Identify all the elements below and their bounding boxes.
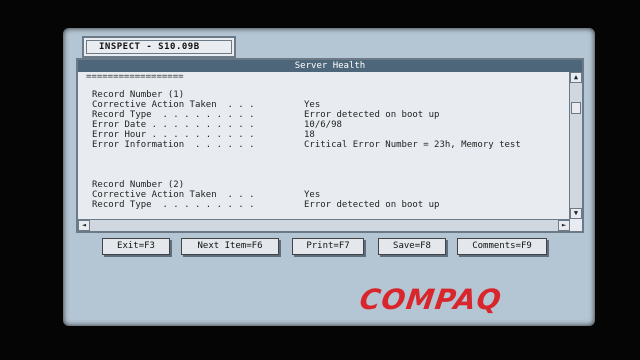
exit-button[interactable]: Exit=F3 (102, 238, 170, 255)
scroll-thumb[interactable] (571, 102, 581, 114)
record-header: Record Number (1) (92, 90, 185, 100)
record-field: Record Type . . . . . . . . . Error detec… (92, 110, 439, 120)
vertical-scrollbar[interactable]: ▲ ▼ (569, 72, 582, 219)
record-field: Error Hour . . . . . . . . . . 18 (92, 130, 315, 140)
record-field: Corrective Action Taken . . . Yes (92, 100, 320, 110)
window-title: Server Health (78, 60, 582, 72)
app-title-label: INSPECT - S10.09B (86, 40, 232, 54)
field-label: Error Information . . . . . . (92, 140, 255, 150)
save-button[interactable]: Save=F8 (378, 238, 446, 255)
scroll-right-icon[interactable]: ► (558, 220, 570, 231)
record-header: Record Number (2) (92, 180, 185, 190)
horizontal-scrollbar[interactable]: ◄ ► (78, 219, 570, 231)
scroll-left-icon[interactable]: ◄ (78, 220, 90, 231)
record-field: Corrective Action Taken . . . Yes (92, 190, 320, 200)
app-title-tab: INSPECT - S10.09B (82, 36, 236, 58)
record-list: ================== Record Number (1) Cor… (84, 72, 568, 220)
field-value: 10/6/98 (304, 120, 342, 130)
field-value: Yes (304, 190, 321, 200)
field-value: Critical Error Number = 23h, Memory test (304, 140, 521, 150)
field-label: Corrective Action Taken . . . (92, 100, 255, 110)
field-label: Error Date . . . . . . . . . . (92, 120, 255, 130)
field-label: Record Type . . . . . . . . . (92, 110, 255, 120)
compaq-logo: COMPAQ (357, 283, 504, 316)
field-label: Record Type . . . . . . . . . (92, 200, 255, 210)
scroll-up-icon[interactable]: ▲ (570, 72, 582, 83)
field-value: Yes (304, 100, 321, 110)
record-field: Error Date . . . . . . . . . . 10/6/98 (92, 120, 342, 130)
scroll-down-icon[interactable]: ▼ (570, 208, 582, 219)
comments-button[interactable]: Comments=F9 (457, 238, 547, 255)
record-field: Record Type . . . . . . . . . Error detec… (92, 200, 439, 210)
field-value: 18 (304, 130, 315, 140)
field-value: Error detected on boot up (304, 110, 440, 120)
print-button[interactable]: Print=F7 (292, 238, 364, 255)
field-label: Error Hour . . . . . . . . . . (92, 130, 255, 140)
field-label: Corrective Action Taken . . . (92, 190, 255, 200)
record-field: Error Information . . . . . . Critical Er… (92, 140, 521, 150)
separator-line: ================== (86, 72, 184, 82)
next-item-button[interactable]: Next Item=F6 (181, 238, 279, 255)
server-health-window: Server Health ================== Record … (76, 58, 584, 233)
field-value: Error detected on boot up (304, 200, 440, 210)
